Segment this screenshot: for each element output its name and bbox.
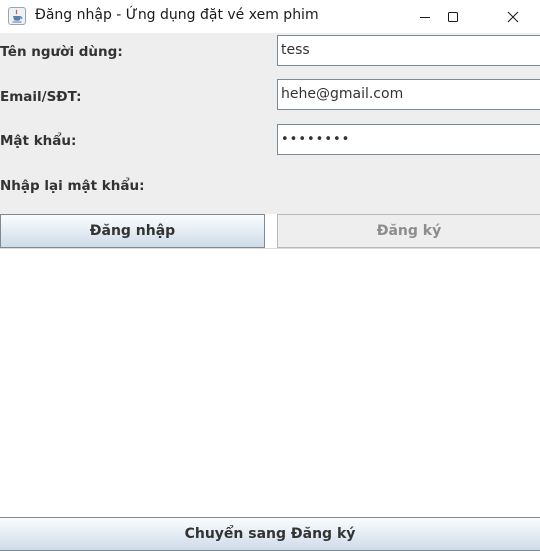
- title-bar[interactable]: Đăng nhập - Ứng dụng đặt vé xem phim: [0, 0, 540, 33]
- username-label: Tên người dùng:: [0, 44, 123, 60]
- close-button[interactable]: [490, 0, 536, 33]
- email-label: Email/SĐT:: [0, 89, 82, 105]
- login-form-panel: Tên người dùng: tess Email/SĐT: hehe@gma…: [0, 33, 540, 214]
- confirm-password-label: Nhập lại mật khẩu:: [0, 178, 145, 194]
- maximize-icon: [448, 11, 458, 22]
- window-title: Đăng nhập - Ứng dụng đặt vé xem phim: [35, 7, 319, 23]
- register-button[interactable]: Đăng ký: [277, 214, 540, 248]
- login-button[interactable]: Đăng nhập: [0, 214, 265, 248]
- maximize-button[interactable]: [430, 0, 476, 33]
- close-icon: [507, 11, 519, 22]
- email-field[interactable]: hehe@gmail.com: [277, 79, 540, 110]
- username-field[interactable]: tess: [277, 35, 540, 66]
- password-label: Mật khẩu:: [0, 133, 77, 149]
- empty-content-area: [0, 248, 540, 516]
- password-field[interactable]: ••••••••: [277, 124, 540, 155]
- java-cup-icon: [8, 7, 26, 25]
- switch-to-register-button[interactable]: Chuyển sang Đăng ký: [0, 517, 540, 551]
